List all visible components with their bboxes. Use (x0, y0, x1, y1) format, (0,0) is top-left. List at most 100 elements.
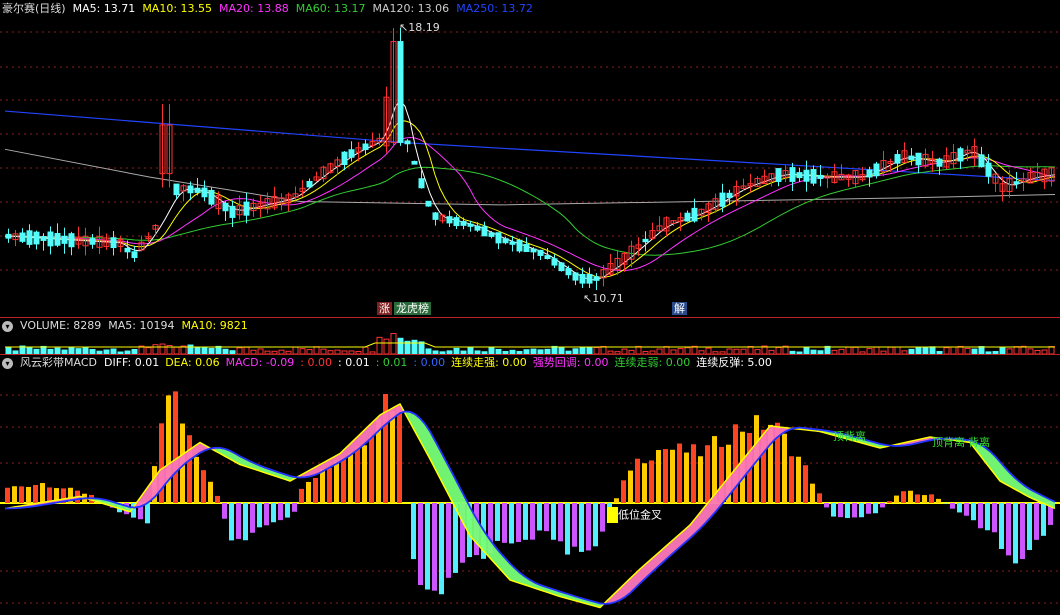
candlestick-chart[interactable] (0, 0, 1060, 316)
macd-histogram-bar (173, 391, 178, 503)
volume-bar (957, 345, 964, 354)
volume-bar (929, 346, 936, 354)
candle-body (985, 162, 992, 177)
candle-body (411, 160, 418, 165)
event-tag-dragon-tiger[interactable]: 龙虎榜 (394, 302, 431, 315)
candle-body (201, 187, 208, 198)
candle-body (866, 169, 873, 178)
macd-histogram-bar (306, 481, 311, 503)
candle-body (537, 249, 544, 256)
macd-legend-item: : 0.00 (300, 356, 332, 369)
volume-bar (852, 346, 859, 354)
volume-bar (397, 337, 404, 354)
macd-histogram-bar (999, 503, 1004, 549)
macd-histogram-bar (964, 503, 969, 516)
macd-histogram-bar (509, 503, 514, 544)
macd-histogram-bar (530, 503, 535, 540)
macd-histogram-bar (621, 480, 626, 503)
candle-body (110, 237, 117, 249)
macd-histogram-bar (915, 494, 920, 503)
macd-histogram-bar (894, 495, 899, 503)
candle-body (586, 273, 593, 284)
macd-histogram-bar (635, 458, 640, 503)
candle-body (243, 201, 250, 216)
macd-histogram-bar (250, 503, 255, 533)
volume-bar (201, 346, 208, 354)
macd-histogram-bar (950, 503, 955, 509)
macd-histogram-bar (880, 503, 885, 508)
candle-body (523, 244, 530, 253)
macd-histogram-bar (705, 445, 710, 503)
ma-legend-item: MA5: 13.71 (72, 2, 136, 15)
volume-bar (26, 346, 33, 354)
macd-histogram-bar (222, 503, 227, 519)
candle-body (33, 231, 40, 245)
macd-histogram-bar (642, 463, 647, 503)
volume-bar (215, 345, 222, 354)
volume-bar (894, 346, 901, 354)
macd-histogram-bar (145, 503, 150, 524)
macd-histogram-bar (852, 503, 857, 518)
macd-histogram-bar (677, 443, 682, 503)
candle-body (579, 273, 586, 284)
macd-histogram-bar (446, 503, 451, 578)
macd-legend-items: DIFF: 0.01 DEA: 0.06 MACD: -0.09: 0.00: 0.… (104, 356, 772, 370)
macd-chart[interactable] (0, 355, 1060, 615)
volume-bar (586, 346, 593, 354)
candle-body (810, 169, 817, 184)
volume-bar (600, 345, 607, 354)
volume-bar (558, 346, 565, 354)
candle-body (530, 248, 537, 253)
macd-histogram-bar (565, 503, 570, 555)
volume-bar (824, 345, 831, 354)
macd-histogram-bar (929, 494, 934, 503)
candle-body (817, 174, 824, 179)
price-panel[interactable]: 豪尔赛(日线) MA5: 13.71 MA10: 13.55 MA20: 13.88… (0, 0, 1060, 316)
macd-histogram-bar (866, 503, 871, 514)
macd-histogram-bar (733, 424, 738, 503)
event-tag-rise[interactable]: 涨 (377, 302, 392, 315)
volume-bar (418, 341, 425, 354)
candle-body (516, 239, 523, 252)
macd-histogram-bar (572, 503, 577, 547)
volume-bar (152, 344, 159, 354)
volume-bar (922, 346, 929, 354)
low-price-value: 10.71 (592, 292, 624, 305)
macd-settings-icon[interactable]: ▾ (2, 357, 13, 369)
candle-body (957, 148, 964, 162)
volume-bar (243, 346, 250, 354)
volume-settings-icon[interactable]: ▾ (2, 320, 13, 332)
high-price-label: ↖18.19 (399, 21, 440, 34)
volume-bar (873, 346, 880, 354)
macd-legend-item: 连续反弹: 5.00 (696, 356, 772, 369)
macd-histogram-bar (320, 468, 325, 503)
volume-bar (635, 345, 642, 354)
macd-histogram-bar (978, 503, 983, 529)
macd-legend-item: 强势回调: 0.00 (532, 356, 609, 369)
top-divergence-label-3: 背离 (968, 436, 990, 449)
volume-bar (187, 344, 194, 354)
macd-histogram-bar (327, 467, 332, 503)
candle-body (306, 180, 313, 188)
top-divergence-label-2: 顶背离 (932, 436, 965, 449)
volume-bar (845, 346, 852, 354)
volume-ma10: MA10: 9821 (181, 319, 248, 332)
volume-bar (551, 345, 558, 354)
macd-histogram-bar (985, 503, 990, 531)
macd-histogram-bar (957, 503, 962, 513)
macd-histogram-bar (313, 477, 318, 503)
macd-histogram-bar (453, 503, 458, 573)
ma-legend-item: MA120: 13.06 (372, 2, 450, 15)
candle-body (362, 143, 369, 151)
event-tag-unlock[interactable]: 解 (672, 302, 687, 315)
macd-histogram-bar (369, 436, 374, 503)
macd-histogram-bar (411, 503, 416, 560)
macd-panel[interactable]: ▾ 风云彩带MACD DIFF: 0.01 DEA: 0.06 MACD: -0.0… (0, 355, 1060, 615)
macd-legend-item: 连续走强: 0.00 (451, 356, 527, 369)
volume-panel[interactable]: ▾ VOLUME: 8289 MA5: 10194 MA10: 9821 (0, 318, 1060, 354)
candle-body (418, 178, 425, 189)
macd-histogram-bar (628, 470, 633, 503)
candle-body (915, 152, 922, 166)
macd-histogram-bar (558, 503, 563, 542)
macd-histogram-bar (285, 503, 290, 518)
